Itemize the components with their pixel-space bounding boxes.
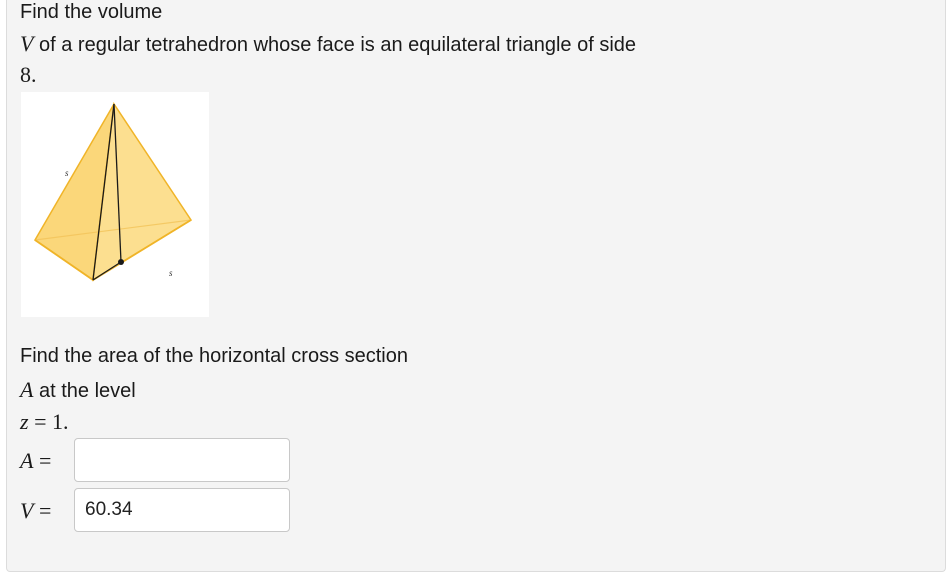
question-line-1: Find the volume	[20, 1, 162, 24]
cross-section-line-1: Find the area of the horizontal cross se…	[20, 345, 408, 368]
tetrahedron-drawing: s s	[34, 101, 193, 282]
tetrahedron-figure: s s	[21, 92, 209, 317]
cross-section-text-1: Find the area of the horizontal cross se…	[20, 345, 408, 367]
area-variable: A	[20, 377, 34, 402]
area-answer-equals: =	[33, 448, 52, 473]
z-variable: z	[20, 409, 29, 434]
cross-section-text-2: at the level	[33, 380, 136, 402]
volume-answer-label: V =	[20, 498, 51, 524]
cross-section-line-2: A at the level	[20, 377, 136, 403]
question-line-2: V of a regular tetrahedron whose face is…	[20, 31, 636, 57]
volume-answer-variable: V	[20, 498, 34, 523]
area-answer-input[interactable]	[74, 438, 290, 482]
volume-variable: V	[20, 31, 34, 56]
edge-label-right: s	[169, 268, 173, 278]
z-level-value: = 1.	[28, 409, 69, 434]
volume-answer-input[interactable]	[74, 488, 290, 532]
question-line-3: 8.	[20, 62, 37, 88]
area-answer-variable: A	[20, 448, 34, 473]
question-text-1: Find the volume	[20, 1, 163, 23]
edge-label-left: s	[65, 168, 69, 178]
centroid-dot	[118, 259, 124, 265]
question-text-2: of a regular tetrahedron whose face is a…	[33, 34, 637, 56]
area-answer-label: A =	[20, 448, 51, 474]
side-length-value: 8.	[20, 62, 37, 87]
cross-section-line-3: z = 1.	[20, 409, 68, 435]
volume-answer-equals: =	[33, 498, 52, 523]
